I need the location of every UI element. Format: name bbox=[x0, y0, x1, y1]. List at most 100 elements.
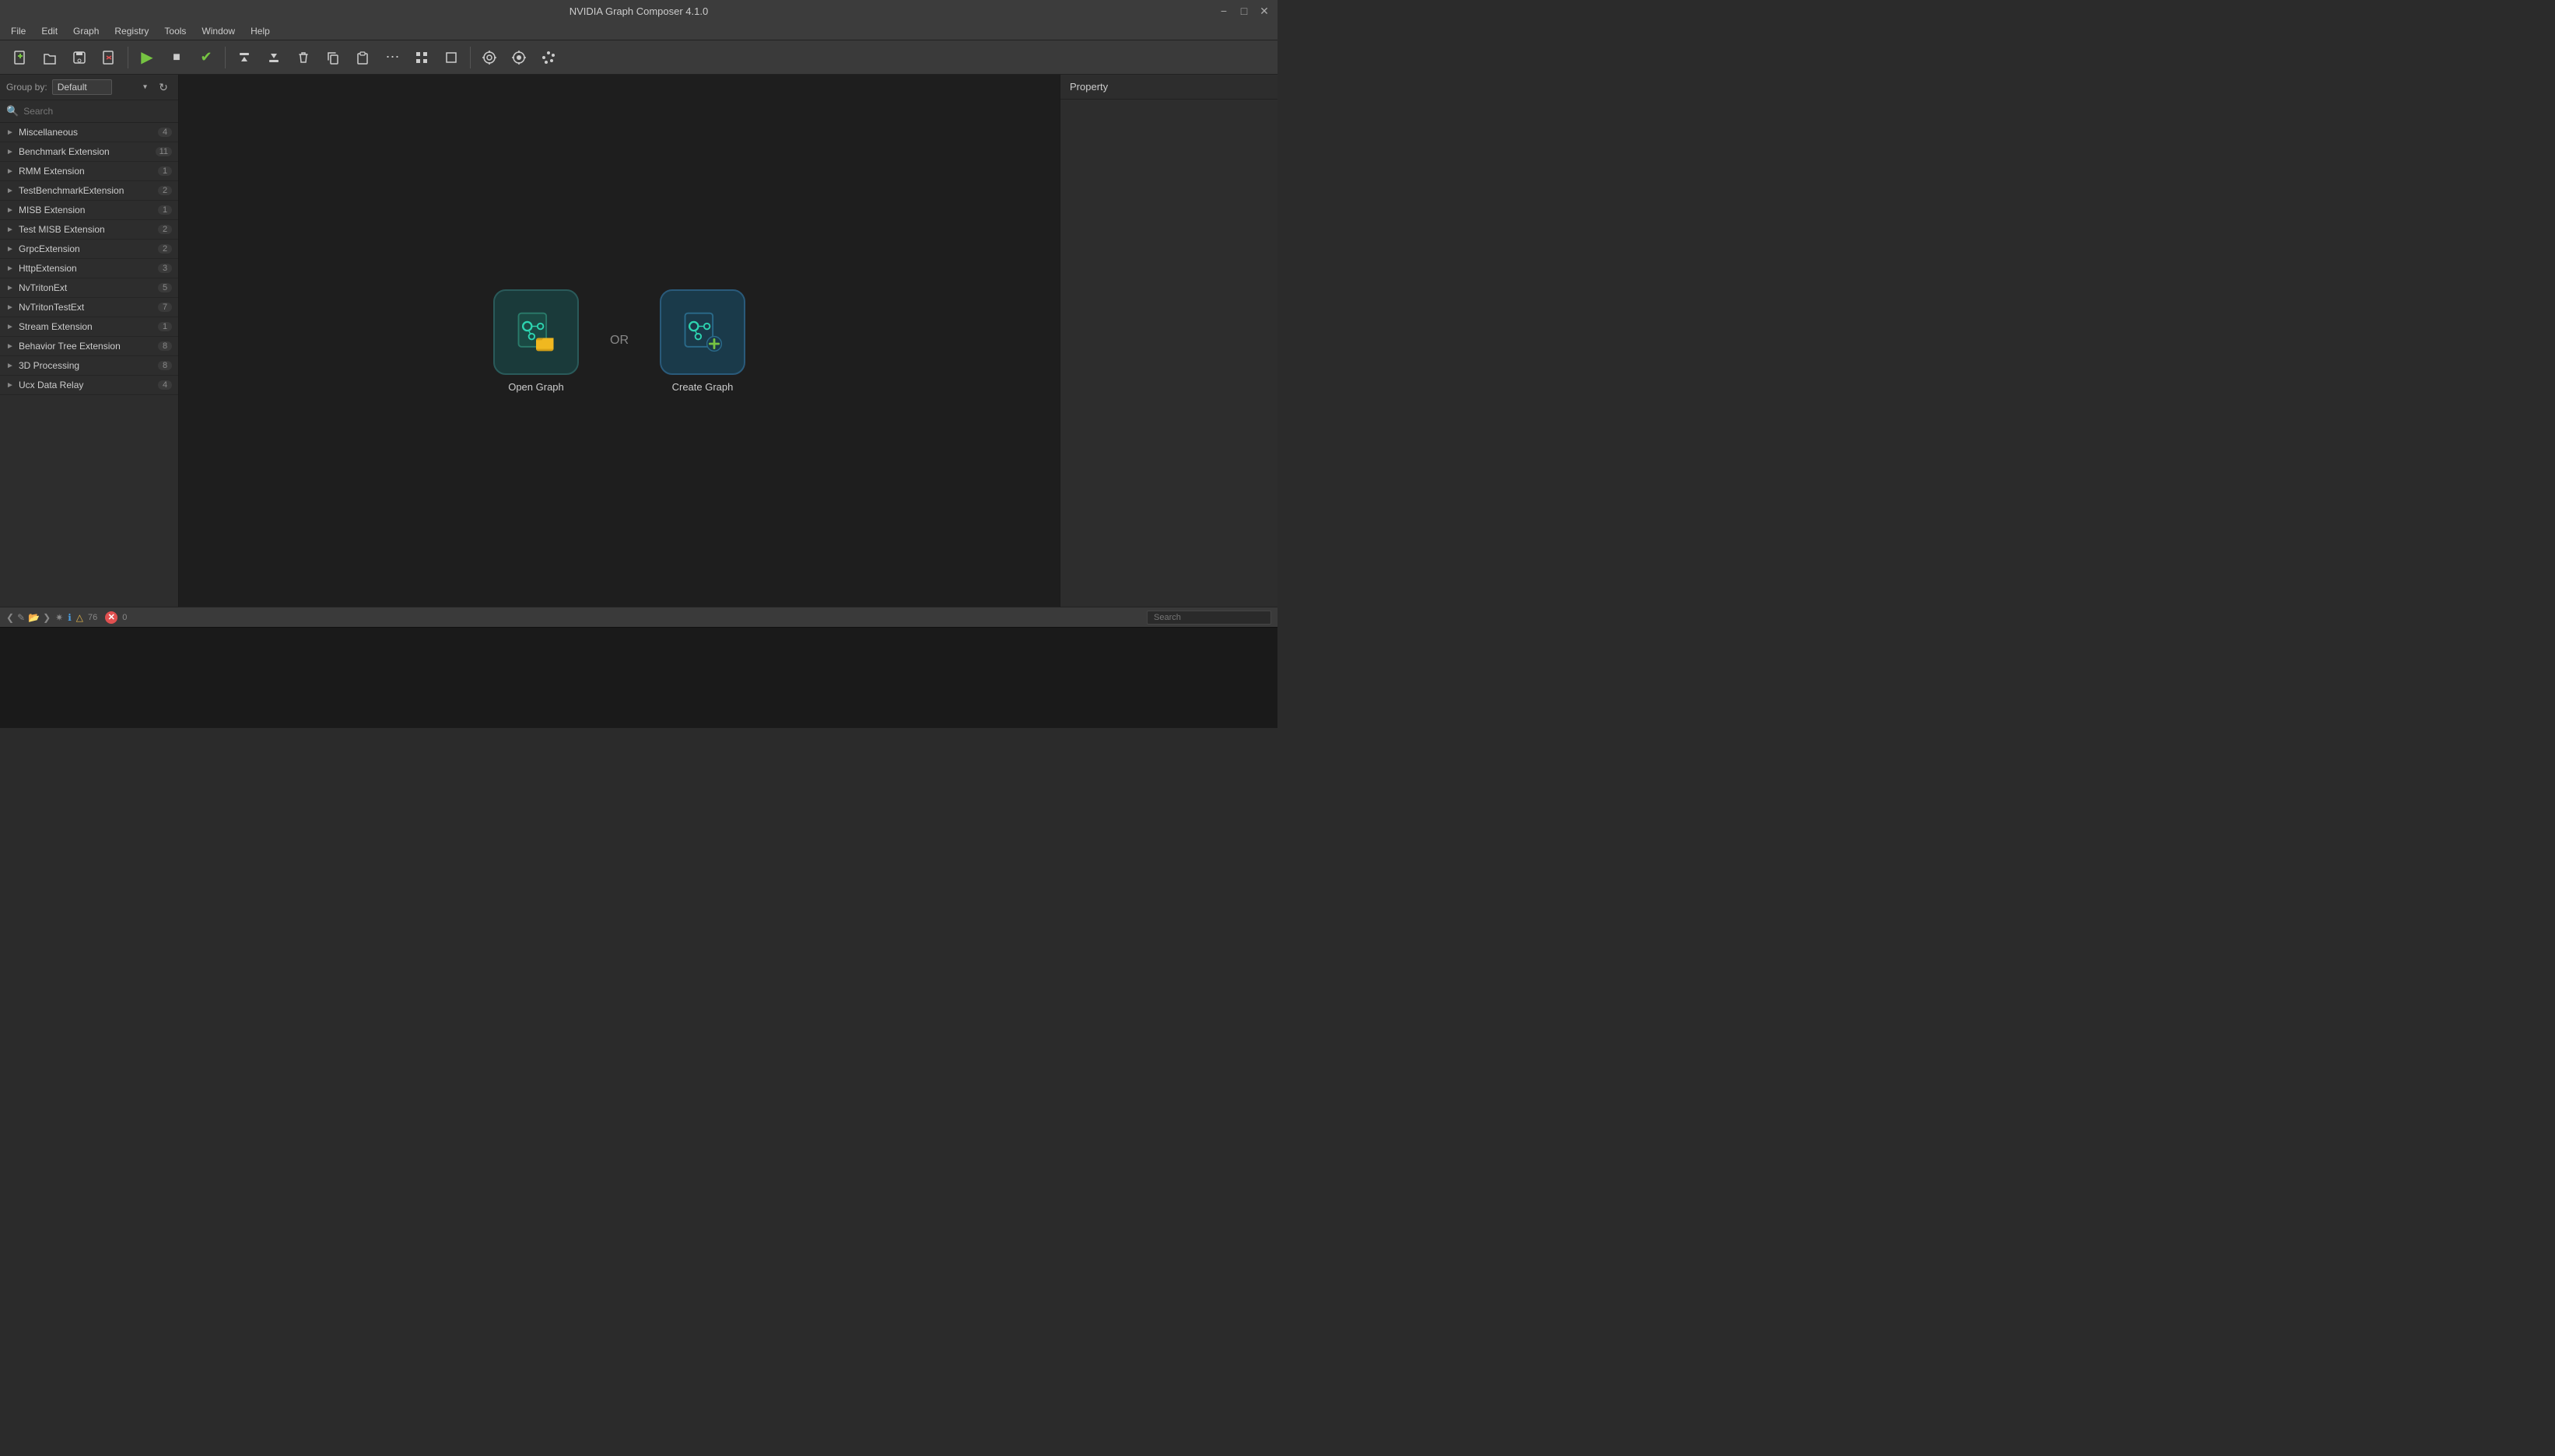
copy-button[interactable] bbox=[319, 44, 347, 71]
main-area: Group by: Default Category Name ↻ 🔍 ► Mi… bbox=[0, 75, 1278, 607]
node-category-10[interactable]: ► Stream Extension 1 bbox=[0, 317, 178, 337]
property-header: Property bbox=[1060, 75, 1278, 100]
category-count-4: 1 bbox=[158, 205, 172, 215]
status-arrow-icon[interactable]: ❯ bbox=[43, 612, 51, 623]
node-category-5[interactable]: ► Test MISB Extension 2 bbox=[0, 220, 178, 240]
run-button[interactable]: ▶ bbox=[133, 44, 161, 71]
console-area bbox=[0, 627, 1278, 728]
or-text: OR bbox=[610, 334, 629, 348]
node-list: ► Miscellaneous 4 ► Benchmark Extension … bbox=[0, 123, 178, 607]
bottom-section: ❮ ✎ 📂 ❯ ✷ ℹ △ 76 ✕ 0 bbox=[0, 607, 1278, 728]
node-category-11[interactable]: ► Behavior Tree Extension 8 bbox=[0, 337, 178, 356]
statusbar: ❮ ✎ 📂 ❯ ✷ ℹ △ 76 ✕ 0 bbox=[0, 607, 1278, 627]
node-category-7[interactable]: ► HttpExtension 3 bbox=[0, 259, 178, 278]
maximize-button[interactable]: □ bbox=[1237, 4, 1251, 18]
category-arrow-9: ► bbox=[6, 303, 14, 312]
category-name-8: NvTritonExt bbox=[19, 282, 158, 293]
node-category-6[interactable]: ► GrpcExtension 2 bbox=[0, 240, 178, 259]
category-count-10: 1 bbox=[158, 322, 172, 331]
paste-button[interactable] bbox=[349, 44, 377, 71]
status-back-icon[interactable]: ❮ bbox=[6, 612, 14, 623]
node-category-3[interactable]: ► TestBenchmarkExtension 2 bbox=[0, 181, 178, 201]
new-button[interactable] bbox=[6, 44, 34, 71]
canvas-area[interactable]: Open Graph OR bbox=[179, 75, 1060, 607]
target2-button[interactable] bbox=[505, 44, 533, 71]
category-arrow-10: ► bbox=[6, 323, 14, 331]
status-edit-icon[interactable]: ✎ bbox=[17, 612, 25, 623]
group-by-label: Group by: bbox=[6, 82, 47, 93]
category-name-0: Miscellaneous bbox=[19, 127, 158, 138]
category-arrow-3: ► bbox=[6, 187, 14, 195]
menu-item-file[interactable]: File bbox=[5, 24, 32, 38]
category-arrow-8: ► bbox=[6, 284, 14, 292]
menu-item-window[interactable]: Window bbox=[195, 24, 241, 38]
delete-button[interactable] bbox=[289, 44, 317, 71]
node-category-4[interactable]: ► MISB Extension 1 bbox=[0, 201, 178, 220]
push-up-button[interactable] bbox=[260, 44, 288, 71]
create-graph-icon bbox=[660, 289, 745, 375]
category-name-5: Test MISB Extension bbox=[19, 224, 158, 235]
recent-button[interactable] bbox=[65, 44, 93, 71]
category-name-1: Benchmark Extension bbox=[19, 146, 156, 157]
validate-button[interactable]: ✔ bbox=[192, 44, 220, 71]
category-arrow-1: ► bbox=[6, 148, 14, 156]
status-search-input[interactable] bbox=[1147, 611, 1271, 625]
category-count-8: 5 bbox=[158, 283, 172, 292]
open-button[interactable] bbox=[36, 44, 64, 71]
menu-item-graph[interactable]: Graph bbox=[67, 24, 105, 38]
more-button-2[interactable] bbox=[408, 44, 436, 71]
category-count-0: 4 bbox=[158, 128, 172, 137]
category-count-3: 2 bbox=[158, 186, 172, 195]
category-arrow-4: ► bbox=[6, 206, 14, 215]
node-category-12[interactable]: ► 3D Processing 8 bbox=[0, 356, 178, 376]
category-count-1: 11 bbox=[156, 147, 172, 156]
category-arrow-2: ► bbox=[6, 167, 14, 176]
node-category-2[interactable]: ► RMM Extension 1 bbox=[0, 162, 178, 181]
scatter-button[interactable] bbox=[534, 44, 563, 71]
category-name-10: Stream Extension bbox=[19, 321, 158, 332]
status-asterisk-icon: ✷ bbox=[55, 612, 63, 623]
menu-item-edit[interactable]: Edit bbox=[35, 24, 64, 38]
node-category-9[interactable]: ► NvTritonTestExt 7 bbox=[0, 298, 178, 317]
menubar: FileEditGraphRegistryToolsWindowHelp bbox=[0, 22, 1278, 40]
group-by-bar: Group by: Default Category Name ↻ bbox=[0, 75, 178, 100]
push-down-button[interactable] bbox=[230, 44, 258, 71]
category-name-9: NvTritonTestExt bbox=[19, 302, 158, 313]
status-warning-icon: △ bbox=[76, 612, 83, 623]
stop-button[interactable]: ■ bbox=[163, 44, 191, 71]
category-count-6: 2 bbox=[158, 244, 172, 254]
group-by-select[interactable]: Default Category Name bbox=[52, 79, 112, 95]
category-count-9: 7 bbox=[158, 303, 172, 312]
node-category-8[interactable]: ► NvTritonExt 5 bbox=[0, 278, 178, 298]
category-count-7: 3 bbox=[158, 264, 172, 273]
more-button-1[interactable]: ⋯ bbox=[378, 44, 406, 71]
category-arrow-6: ► bbox=[6, 245, 14, 254]
square-button[interactable] bbox=[437, 44, 465, 71]
category-count-13: 4 bbox=[158, 380, 172, 390]
open-graph-label: Open Graph bbox=[508, 381, 564, 393]
search-icon: 🔍 bbox=[6, 105, 19, 117]
category-name-4: MISB Extension bbox=[19, 205, 158, 215]
category-arrow-7: ► bbox=[6, 264, 14, 273]
node-category-0[interactable]: ► Miscellaneous 4 bbox=[0, 123, 178, 142]
close-file-button[interactable] bbox=[95, 44, 123, 71]
status-error-count: 0 bbox=[122, 613, 127, 622]
target1-button[interactable] bbox=[475, 44, 503, 71]
category-count-11: 8 bbox=[158, 341, 172, 351]
menu-item-help[interactable]: Help bbox=[244, 24, 276, 38]
node-category-13[interactable]: ► Ucx Data Relay 4 bbox=[0, 376, 178, 395]
search-input[interactable] bbox=[23, 106, 172, 117]
menu-item-tools[interactable]: Tools bbox=[158, 24, 192, 38]
refresh-button[interactable]: ↻ bbox=[155, 79, 172, 96]
search-bar: 🔍 bbox=[0, 100, 178, 123]
open-graph-card[interactable]: Open Graph bbox=[493, 289, 579, 393]
status-folder-icon[interactable]: 📂 bbox=[28, 612, 40, 623]
node-category-1[interactable]: ► Benchmark Extension 11 bbox=[0, 142, 178, 162]
toolbar: ▶ ■ ✔ ⋯ bbox=[0, 40, 1278, 75]
toolbar-sep-2 bbox=[225, 47, 226, 68]
titlebar-controls: − □ ✕ bbox=[1217, 4, 1271, 18]
create-graph-card[interactable]: Create Graph bbox=[660, 289, 745, 393]
close-button[interactable]: ✕ bbox=[1257, 4, 1271, 18]
minimize-button[interactable]: − bbox=[1217, 4, 1231, 18]
menu-item-registry[interactable]: Registry bbox=[108, 24, 155, 38]
